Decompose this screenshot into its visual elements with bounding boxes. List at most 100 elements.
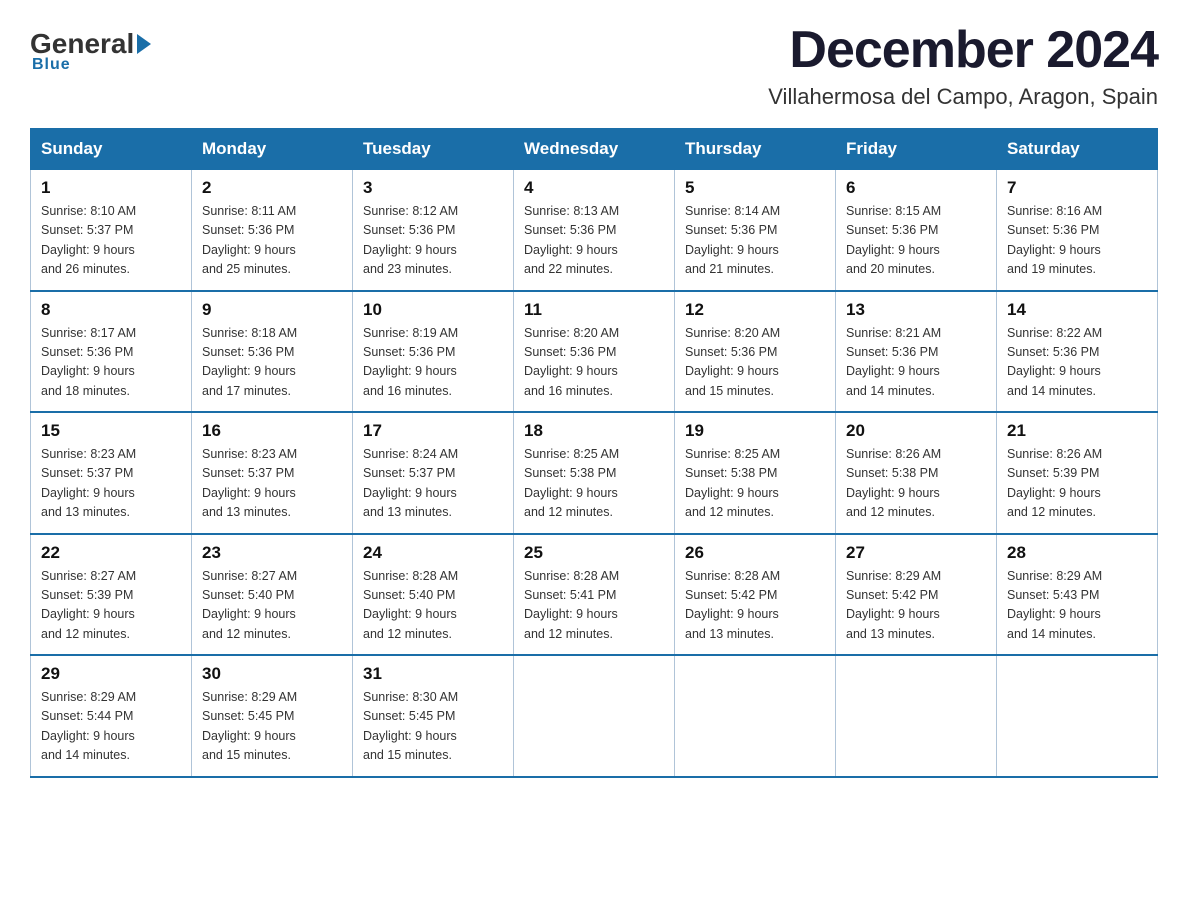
calendar-cell: 21Sunrise: 8:26 AMSunset: 5:39 PMDayligh… <box>997 412 1158 534</box>
calendar-week-row: 8 Sunrise: 8:17 AMSunset: 5:36 PMDaylight… <box>31 291 1158 413</box>
weekday-header-wednesday: Wednesday <box>514 129 675 170</box>
weekday-header-row: SundayMondayTuesdayWednesdayThursdayFrid… <box>31 129 1158 170</box>
calendar-cell: 11Sunrise: 8:20 AMSunset: 5:36 PMDayligh… <box>514 291 675 413</box>
day-number: 13 <box>846 300 986 320</box>
calendar-week-row: 15 Sunrise: 8:23 AMSunset: 5:37 PMDayligh… <box>31 412 1158 534</box>
day-info: Sunrise: 8:23 AMSunset: 5:37 PMDaylight:… <box>202 445 342 523</box>
weekday-header-sunday: Sunday <box>31 129 192 170</box>
calendar-week-row: 29 Sunrise: 8:29 AMSunset: 5:44 PMDayligh… <box>31 655 1158 777</box>
title-area: December 2024 Villahermosa del Campo, Ar… <box>768 20 1158 110</box>
calendar-week-row: 22 Sunrise: 8:27 AMSunset: 5:39 PMDayligh… <box>31 534 1158 656</box>
day-number: 1 <box>41 178 181 198</box>
day-info: Sunrise: 8:20 AMSunset: 5:36 PMDaylight:… <box>685 324 825 402</box>
weekday-header-tuesday: Tuesday <box>353 129 514 170</box>
day-info: Sunrise: 8:17 AMSunset: 5:36 PMDaylight:… <box>41 324 181 402</box>
calendar-cell: 22 Sunrise: 8:27 AMSunset: 5:39 PMDayligh… <box>31 534 192 656</box>
calendar-cell: 13 Sunrise: 8:21 AMSunset: 5:36 PMDayligh… <box>836 291 997 413</box>
calendar-cell: 6 Sunrise: 8:15 AMSunset: 5:36 PMDaylight… <box>836 170 997 291</box>
day-number: 10 <box>363 300 503 320</box>
day-number: 30 <box>202 664 342 684</box>
calendar-cell: 27Sunrise: 8:29 AMSunset: 5:42 PMDayligh… <box>836 534 997 656</box>
day-info: Sunrise: 8:28 AMSunset: 5:40 PMDaylight:… <box>363 567 503 645</box>
day-number: 21 <box>1007 421 1147 441</box>
calendar-cell: 26Sunrise: 8:28 AMSunset: 5:42 PMDayligh… <box>675 534 836 656</box>
month-title: December 2024 <box>768 20 1158 80</box>
day-info: Sunrise: 8:15 AMSunset: 5:36 PMDaylight:… <box>846 202 986 280</box>
day-number: 24 <box>363 543 503 563</box>
day-number: 7 <box>1007 178 1147 198</box>
day-number: 4 <box>524 178 664 198</box>
calendar-cell: 12 Sunrise: 8:20 AMSunset: 5:36 PMDayligh… <box>675 291 836 413</box>
calendar-cell: 2 Sunrise: 8:11 AMSunset: 5:36 PMDaylight… <box>192 170 353 291</box>
day-info: Sunrise: 8:29 AMSunset: 5:43 PMDaylight:… <box>1007 567 1147 645</box>
calendar-cell: 24 Sunrise: 8:28 AMSunset: 5:40 PMDayligh… <box>353 534 514 656</box>
day-info: Sunrise: 8:20 AMSunset: 5:36 PMDaylight:… <box>524 324 664 402</box>
day-info: Sunrise: 8:18 AMSunset: 5:36 PMDaylight:… <box>202 324 342 402</box>
day-number: 12 <box>685 300 825 320</box>
day-info: Sunrise: 8:25 AMSunset: 5:38 PMDaylight:… <box>685 445 825 523</box>
day-number: 19 <box>685 421 825 441</box>
calendar-cell: 23 Sunrise: 8:27 AMSunset: 5:40 PMDayligh… <box>192 534 353 656</box>
day-number: 18 <box>524 421 664 441</box>
day-number: 8 <box>41 300 181 320</box>
calendar-cell: 4 Sunrise: 8:13 AMSunset: 5:36 PMDaylight… <box>514 170 675 291</box>
calendar-cell: 10 Sunrise: 8:19 AMSunset: 5:36 PMDayligh… <box>353 291 514 413</box>
calendar-cell: 30Sunrise: 8:29 AMSunset: 5:45 PMDayligh… <box>192 655 353 777</box>
day-number: 29 <box>41 664 181 684</box>
day-info: Sunrise: 8:26 AMSunset: 5:38 PMDaylight:… <box>846 445 986 523</box>
calendar-table: SundayMondayTuesdayWednesdayThursdayFrid… <box>30 128 1158 778</box>
weekday-header-monday: Monday <box>192 129 353 170</box>
calendar-cell: 19 Sunrise: 8:25 AMSunset: 5:38 PMDayligh… <box>675 412 836 534</box>
day-info: Sunrise: 8:29 AMSunset: 5:44 PMDaylight:… <box>41 688 181 766</box>
day-number: 5 <box>685 178 825 198</box>
day-number: 20 <box>846 421 986 441</box>
day-info: Sunrise: 8:10 AMSunset: 5:37 PMDaylight:… <box>41 202 181 280</box>
calendar-cell: 3Sunrise: 8:12 AMSunset: 5:36 PMDaylight… <box>353 170 514 291</box>
calendar-cell: 8 Sunrise: 8:17 AMSunset: 5:36 PMDaylight… <box>31 291 192 413</box>
calendar-cell: 5Sunrise: 8:14 AMSunset: 5:36 PMDaylight… <box>675 170 836 291</box>
calendar-cell: 29 Sunrise: 8:29 AMSunset: 5:44 PMDayligh… <box>31 655 192 777</box>
calendar-cell: 18 Sunrise: 8:25 AMSunset: 5:38 PMDayligh… <box>514 412 675 534</box>
day-info: Sunrise: 8:28 AMSunset: 5:41 PMDaylight:… <box>524 567 664 645</box>
day-info: Sunrise: 8:25 AMSunset: 5:38 PMDaylight:… <box>524 445 664 523</box>
day-number: 23 <box>202 543 342 563</box>
header: General Blue December 2024 Villahermosa … <box>30 20 1158 110</box>
weekday-header-thursday: Thursday <box>675 129 836 170</box>
day-info: Sunrise: 8:22 AMSunset: 5:36 PMDaylight:… <box>1007 324 1147 402</box>
day-number: 14 <box>1007 300 1147 320</box>
logo: General Blue <box>30 20 154 74</box>
weekday-header-saturday: Saturday <box>997 129 1158 170</box>
day-number: 6 <box>846 178 986 198</box>
day-number: 2 <box>202 178 342 198</box>
calendar-cell <box>997 655 1158 777</box>
calendar-cell: 28Sunrise: 8:29 AMSunset: 5:43 PMDayligh… <box>997 534 1158 656</box>
day-info: Sunrise: 8:27 AMSunset: 5:40 PMDaylight:… <box>202 567 342 645</box>
day-number: 9 <box>202 300 342 320</box>
day-number: 15 <box>41 421 181 441</box>
calendar-cell: 1 Sunrise: 8:10 AMSunset: 5:37 PMDaylight… <box>31 170 192 291</box>
calendar-cell: 20 Sunrise: 8:26 AMSunset: 5:38 PMDayligh… <box>836 412 997 534</box>
day-info: Sunrise: 8:16 AMSunset: 5:36 PMDaylight:… <box>1007 202 1147 280</box>
calendar-cell: 15 Sunrise: 8:23 AMSunset: 5:37 PMDayligh… <box>31 412 192 534</box>
day-number: 16 <box>202 421 342 441</box>
day-info: Sunrise: 8:27 AMSunset: 5:39 PMDaylight:… <box>41 567 181 645</box>
logo-blue-text: Blue <box>30 56 154 74</box>
day-info: Sunrise: 8:19 AMSunset: 5:36 PMDaylight:… <box>363 324 503 402</box>
calendar-cell <box>836 655 997 777</box>
day-info: Sunrise: 8:13 AMSunset: 5:36 PMDaylight:… <box>524 202 664 280</box>
day-info: Sunrise: 8:30 AMSunset: 5:45 PMDaylight:… <box>363 688 503 766</box>
day-info: Sunrise: 8:28 AMSunset: 5:42 PMDaylight:… <box>685 567 825 645</box>
calendar-cell: 31 Sunrise: 8:30 AMSunset: 5:45 PMDayligh… <box>353 655 514 777</box>
calendar-cell: 17Sunrise: 8:24 AMSunset: 5:37 PMDayligh… <box>353 412 514 534</box>
calendar-cell: 7 Sunrise: 8:16 AMSunset: 5:36 PMDaylight… <box>997 170 1158 291</box>
day-number: 25 <box>524 543 664 563</box>
day-info: Sunrise: 8:29 AMSunset: 5:42 PMDaylight:… <box>846 567 986 645</box>
day-info: Sunrise: 8:11 AMSunset: 5:36 PMDaylight:… <box>202 202 342 280</box>
day-number: 31 <box>363 664 503 684</box>
calendar-cell: 16 Sunrise: 8:23 AMSunset: 5:37 PMDayligh… <box>192 412 353 534</box>
day-number: 3 <box>363 178 503 198</box>
day-info: Sunrise: 8:23 AMSunset: 5:37 PMDaylight:… <box>41 445 181 523</box>
day-info: Sunrise: 8:24 AMSunset: 5:37 PMDaylight:… <box>363 445 503 523</box>
day-info: Sunrise: 8:21 AMSunset: 5:36 PMDaylight:… <box>846 324 986 402</box>
day-number: 22 <box>41 543 181 563</box>
